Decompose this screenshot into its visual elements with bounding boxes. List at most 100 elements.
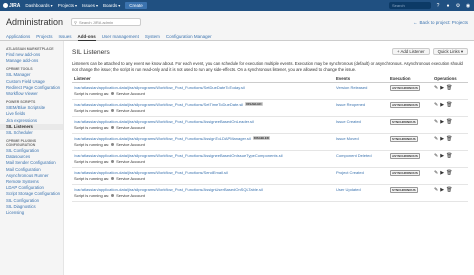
run-icon[interactable]: ▶	[440, 170, 444, 176]
gear-icon[interactable]: ⚙	[455, 3, 461, 9]
event-cell: Issue Moved	[334, 133, 388, 152]
sidebar-item[interactable]: SIL Scheduler	[0, 130, 63, 136]
sidebar-group-heading: CPRIME PLUGINS CONFIGURATION	[6, 139, 37, 148]
edit-icon[interactable]: ✎	[434, 102, 438, 108]
tab-user-management[interactable]: User management	[102, 33, 139, 41]
listener-path-link[interactable]: /var/atlassian/application-data/jira/sil…	[74, 119, 254, 124]
sidebar: ATLASSIAN MARKETPLACE Find new add-ons Man…	[0, 41, 64, 275]
help-icon[interactable]: ?	[435, 3, 441, 9]
execution-cell: SYNCHRONOUS	[388, 133, 432, 152]
run-icon[interactable]: ▶	[440, 102, 444, 108]
tab-issues[interactable]: Issues	[59, 33, 72, 41]
sidebar-item[interactable]: Licensing	[0, 210, 63, 216]
edit-icon[interactable]: ✎	[434, 119, 438, 125]
tab-projects[interactable]: Projects	[36, 33, 52, 41]
run-as-row: Script is running as: Service Account	[74, 176, 332, 181]
back-to-project-link[interactable]: ← Back to project: Projects	[413, 20, 468, 25]
delete-icon[interactable]: 🗑	[446, 85, 452, 91]
chevron-down-icon: ▾	[118, 3, 121, 8]
quick-links-button[interactable]: Quick Links ▾	[432, 48, 468, 55]
column-header: Events	[334, 75, 388, 84]
nav-projects[interactable]: Projects ▾	[58, 3, 77, 8]
user-icon	[111, 142, 115, 146]
listener-path-link[interactable]: /var/atlassian/application-data/jira/sil…	[74, 170, 228, 175]
delete-icon[interactable]: 🗑	[446, 187, 452, 193]
run-icon[interactable]: ▶	[440, 187, 444, 193]
jira-logo[interactable]: JIRA	[3, 3, 20, 9]
notifications-icon[interactable]: ●	[445, 3, 451, 9]
run-icon[interactable]: ▶	[440, 153, 444, 159]
table-row: /var/atlassian/application-data/jira/sil…	[72, 133, 468, 152]
nav-dashboards[interactable]: Dashboards ▾	[25, 3, 52, 8]
edit-icon[interactable]: ✎	[434, 153, 438, 159]
user-icon	[111, 176, 115, 180]
run-as-label: Script is running as:	[74, 124, 110, 130]
run-as-label: Script is running as:	[74, 175, 110, 181]
edit-icon[interactable]: ✎	[434, 136, 438, 142]
run-as-user: Service Account	[116, 192, 145, 198]
sidebar-item[interactable]: Workflow Viewer	[0, 91, 63, 97]
delete-icon[interactable]: 🗑	[446, 170, 452, 176]
operations-group: ✎ ▶ 🗑	[434, 187, 466, 193]
event-link[interactable]: Issue Created	[336, 119, 361, 124]
chevron-down-icon: ▾	[95, 3, 98, 8]
create-button[interactable]: Create	[125, 2, 147, 9]
tab-configuration-manager[interactable]: Configuration Manager	[166, 33, 212, 41]
sidebar-item[interactable]: Manage add-ons	[0, 58, 63, 64]
topbar-right: Search ? ● ⚙ ◉	[389, 2, 471, 9]
main-content: SIL Listeners + Add Listener Quick Links…	[72, 41, 468, 275]
listener-cell: /var/atlassian/application-data/jira/sil…	[72, 184, 334, 203]
listener-path-link[interactable]: /var/atlassian/application-data/jira/sil…	[74, 136, 251, 141]
event-link[interactable]: Component Deleted	[336, 153, 372, 158]
arrow-left-icon: ←	[412, 19, 418, 25]
description-text: Listeners can be attached to any event w…	[72, 61, 463, 72]
search-icon: ⚲	[74, 19, 77, 25]
delete-icon[interactable]: 🗑	[446, 153, 452, 159]
header-actions: + Add Listener Quick Links ▾	[392, 48, 468, 55]
logo-text: JIRA	[9, 2, 21, 9]
admin-tabs: Applications Projects Issues Add-ons Use…	[0, 33, 474, 41]
edit-icon[interactable]: ✎	[434, 85, 438, 91]
delete-icon[interactable]: 🗑	[446, 119, 452, 125]
delete-icon[interactable]: 🗑	[446, 102, 452, 108]
admin-search-input[interactable]: ⚲ Search JIRA admin	[71, 18, 142, 26]
run-as-user: Service Account	[116, 124, 145, 130]
nav-boards[interactable]: Boards ▾	[103, 3, 120, 8]
user-icon	[111, 91, 115, 95]
tab-add-ons[interactable]: Add-ons	[77, 33, 96, 41]
sidebar-item[interactable]: Mail Sender Configuration	[0, 160, 63, 166]
sidebar-item[interactable]: Script Storage Configuration	[0, 191, 63, 197]
avatar[interactable]: ◉	[465, 3, 471, 9]
add-listener-button[interactable]: + Add Listener	[392, 48, 430, 55]
execution-badge: ASYNCHRONOUS	[390, 169, 420, 176]
listener-path-link[interactable]: /var/atlassian/application-data/jira/sil…	[74, 187, 263, 192]
execution-cell: ASYNCHRONOUS	[388, 167, 432, 186]
event-link[interactable]: Project Created	[336, 170, 364, 175]
event-cell: Issue Reopened	[334, 99, 388, 118]
run-icon[interactable]: ▶	[440, 136, 444, 142]
tab-applications[interactable]: Applications	[6, 33, 30, 41]
listener-path-link[interactable]: /var/atlassian/application-data/jira/sil…	[74, 85, 245, 90]
tab-system[interactable]: System	[145, 33, 160, 41]
edit-icon[interactable]: ✎	[434, 170, 438, 176]
listener-path-link[interactable]: /var/atlassian/application-data/jira/sil…	[74, 153, 282, 158]
delete-icon[interactable]: 🗑	[446, 136, 452, 142]
execution-cell: ASYNCHRONOUS	[388, 150, 432, 169]
global-search-input[interactable]: Search	[389, 2, 431, 9]
jira-logo-icon	[3, 3, 8, 8]
run-as-row: Script is running as: Service Account	[74, 91, 332, 96]
nav-issues[interactable]: Issues ▾	[82, 3, 98, 8]
top-navigation-bar: JIRA Dashboards ▾ Projects ▾ Issues ▾ Board…	[0, 0, 474, 11]
run-icon[interactable]: ▶	[440, 119, 444, 125]
event-link[interactable]: Version Released	[336, 85, 367, 90]
run-icon[interactable]: ▶	[440, 85, 444, 91]
operations-cell: ✎ ▶ 🗑	[432, 133, 468, 152]
event-cell: Version Released	[334, 82, 388, 101]
event-link[interactable]: Issue Reopened	[336, 102, 365, 107]
table-row: /var/atlassian/application-data/jira/sil…	[72, 82, 468, 101]
edit-icon[interactable]: ✎	[434, 187, 438, 193]
listener-path-link[interactable]: /var/atlassian/application-data/jira/sil…	[74, 102, 243, 107]
event-link[interactable]: Issue Moved	[336, 136, 359, 141]
listener-cell: /var/atlassian/application-data/jira/sil…	[72, 150, 334, 169]
event-link[interactable]: User Updated	[336, 187, 361, 192]
